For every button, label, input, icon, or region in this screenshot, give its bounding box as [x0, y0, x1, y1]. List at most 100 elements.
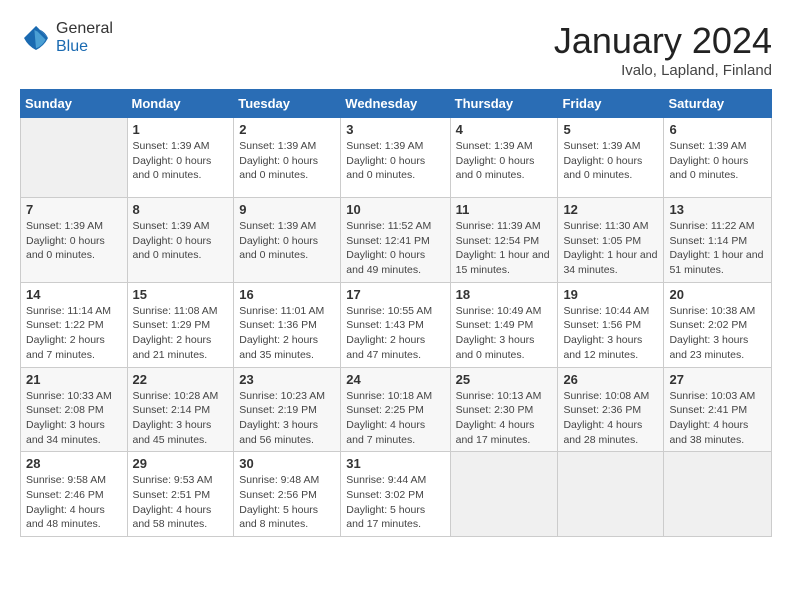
- day-of-week-tuesday: Tuesday: [234, 90, 341, 118]
- day-number: 11: [456, 202, 553, 217]
- day-number: 10: [346, 202, 444, 217]
- calendar-cell: 17 Sunrise: 10:55 AM Sunset: 1:43 PM Dayl…: [341, 282, 450, 367]
- logo-icon: [20, 22, 52, 54]
- day-info: Sunrise: 10:28 AM Sunset: 2:14 PM Daylig…: [133, 389, 229, 448]
- day-number: 25: [456, 372, 553, 387]
- week-row-4: 21 Sunrise: 10:33 AM Sunset: 2:08 PM Dayl…: [21, 367, 772, 452]
- calendar-cell: 30 Sunrise: 9:48 AM Sunset: 2:56 PM Dayli…: [234, 452, 341, 537]
- logo-blue-text: Blue: [56, 38, 88, 55]
- calendar-cell: 22 Sunrise: 10:28 AM Sunset: 2:14 PM Dayl…: [127, 367, 234, 452]
- week-row-1: 1 Sunset: 1:39 AM Daylight: 0 hours and 0…: [21, 118, 772, 198]
- day-number: 28: [26, 456, 122, 471]
- day-info: Sunrise: 9:53 AM Sunset: 2:51 PM Dayligh…: [133, 473, 229, 532]
- day-number: 15: [133, 287, 229, 302]
- calendar-cell: 5Sunset: 1:39 AM Daylight: 0 hours and 0…: [558, 118, 664, 198]
- day-info: Sunset: 1:39 AM Daylight: 0 hours and 0 …: [133, 139, 229, 183]
- day-of-week-monday: Monday: [127, 90, 234, 118]
- day-number: 26: [563, 372, 658, 387]
- day-info: Sunset: 1:39 AM Daylight: 0 hours and 0 …: [26, 219, 122, 263]
- calendar-cell: 24Sunrise: 10:18 AM Sunset: 2:25 PM Dayl…: [341, 367, 450, 452]
- day-number: 7: [26, 202, 122, 217]
- calendar-cell: 29 Sunrise: 9:53 AM Sunset: 2:51 PM Dayli…: [127, 452, 234, 537]
- day-number: 22: [133, 372, 229, 387]
- day-number: 17: [346, 287, 444, 302]
- calendar-cell: 20 Sunrise: 10:38 AM Sunset: 2:02 PM Dayl…: [664, 282, 772, 367]
- day-info: Sunrise: 10:44 AM Sunset: 1:56 PM Daylig…: [563, 304, 658, 363]
- calendar-cell: 21 Sunrise: 10:33 AM Sunset: 2:08 PM Dayl…: [21, 367, 128, 452]
- day-number: 12: [563, 202, 658, 217]
- day-number: 31: [346, 456, 444, 471]
- days-of-week-row: SundayMondayTuesdayWednesdayThursdayFrid…: [21, 90, 772, 118]
- calendar-cell: 8 Sunset: 1:39 AM Daylight: 0 hours and 0…: [127, 198, 234, 283]
- calendar-cell: 23 Sunrise: 10:23 AM Sunset: 2:19 PM Dayl…: [234, 367, 341, 452]
- day-number: 16: [239, 287, 335, 302]
- day-info: Sunrise: 11:22 AM Sunset: 1:14 PM Daylig…: [669, 219, 766, 278]
- day-number: 23: [239, 372, 335, 387]
- calendar-cell: 14Sunrise: 11:14 AM Sunset: 1:22 PM Dayl…: [21, 282, 128, 367]
- day-number: 9: [239, 202, 335, 217]
- day-info: Sunset: 1:39 AM Daylight: 0 hours and 0 …: [133, 219, 229, 263]
- day-info: Sunrise: 9:44 AM Sunset: 3:02 PM Dayligh…: [346, 473, 444, 532]
- calendar-cell: [664, 452, 772, 537]
- week-row-2: 7 Sunset: 1:39 AM Daylight: 0 hours and 0…: [21, 198, 772, 283]
- calendar-cell: 6 Sunset: 1:39 AM Daylight: 0 hours and 0…: [664, 118, 772, 198]
- calendar-cell: 19Sunrise: 10:44 AM Sunset: 1:56 PM Dayl…: [558, 282, 664, 367]
- day-number: 6: [669, 122, 766, 137]
- calendar-cell: 12Sunrise: 11:30 AM Sunset: 1:05 PM Dayl…: [558, 198, 664, 283]
- calendar-cell: [558, 452, 664, 537]
- calendar-cell: [450, 452, 558, 537]
- day-info: Sunset: 1:39 AM Daylight: 0 hours and 0 …: [346, 139, 444, 183]
- location: Ivalo, Lapland, Finland: [554, 62, 772, 79]
- calendar-cell: 28Sunrise: 9:58 AM Sunset: 2:46 PM Dayli…: [21, 452, 128, 537]
- day-number: 2: [239, 122, 335, 137]
- day-number: 24: [346, 372, 444, 387]
- calendar-cell: 1 Sunset: 1:39 AM Daylight: 0 hours and 0…: [127, 118, 234, 198]
- calendar-cell: 13Sunrise: 11:22 AM Sunset: 1:14 PM Dayl…: [664, 198, 772, 283]
- page-header: General Blue January 2024 Ivalo, Lapland…: [20, 20, 772, 79]
- day-of-week-sunday: Sunday: [21, 90, 128, 118]
- day-of-week-thursday: Thursday: [450, 90, 558, 118]
- calendar-cell: 11 Sunrise: 11:39 AM Sunset: 12:54 PM Day…: [450, 198, 558, 283]
- week-row-3: 14Sunrise: 11:14 AM Sunset: 1:22 PM Dayl…: [21, 282, 772, 367]
- day-info: Sunrise: 10:08 AM Sunset: 2:36 PM Daylig…: [563, 389, 658, 448]
- calendar-cell: 10 Sunrise: 11:52 AM Sunset: 12:41 PM Day…: [341, 198, 450, 283]
- day-info: Sunrise: 9:48 AM Sunset: 2:56 PM Dayligh…: [239, 473, 335, 532]
- day-number: 20: [669, 287, 766, 302]
- day-number: 30: [239, 456, 335, 471]
- day-number: 18: [456, 287, 553, 302]
- calendar-cell: 4 Sunset: 1:39 AM Daylight: 0 hours and 0…: [450, 118, 558, 198]
- calendar-cell: 27 Sunrise: 10:03 AM Sunset: 2:41 PM Dayl…: [664, 367, 772, 452]
- day-number: 4: [456, 122, 553, 137]
- day-number: 21: [26, 372, 122, 387]
- calendar-cell: 3 Sunset: 1:39 AM Daylight: 0 hours and 0…: [341, 118, 450, 198]
- day-number: 1: [133, 122, 229, 137]
- calendar-table: SundayMondayTuesdayWednesdayThursdayFrid…: [20, 89, 772, 537]
- day-info: Sunrise: 10:23 AM Sunset: 2:19 PM Daylig…: [239, 389, 335, 448]
- week-row-5: 28Sunrise: 9:58 AM Sunset: 2:46 PM Dayli…: [21, 452, 772, 537]
- day-of-week-wednesday: Wednesday: [341, 90, 450, 118]
- calendar-cell: [21, 118, 128, 198]
- day-info: Sunset: 1:39 AM Daylight: 0 hours and 0 …: [456, 139, 553, 183]
- day-number: 3: [346, 122, 444, 137]
- day-info: Sunrise: 11:52 AM Sunset: 12:41 PM Dayli…: [346, 219, 444, 278]
- logo-general-text: General: [56, 20, 113, 37]
- day-number: 8: [133, 202, 229, 217]
- day-info: Sunrise: 10:55 AM Sunset: 1:43 PM Daylig…: [346, 304, 444, 363]
- day-info: Sunrise: 11:39 AM Sunset: 12:54 PM Dayli…: [456, 219, 553, 278]
- day-number: 5: [563, 122, 658, 137]
- day-info: Sunset: 1:39 AM Daylight: 0 hours and 0 …: [239, 139, 335, 183]
- calendar-cell: 26 Sunrise: 10:08 AM Sunset: 2:36 PM Dayl…: [558, 367, 664, 452]
- calendar-cell: 9 Sunset: 1:39 AM Daylight: 0 hours and 0…: [234, 198, 341, 283]
- day-info: Sunset: 1:39 AM Daylight: 0 hours and 0 …: [669, 139, 766, 183]
- logo: General Blue: [20, 20, 113, 56]
- day-info: Sunrise: 11:14 AM Sunset: 1:22 PM Daylig…: [26, 304, 122, 363]
- day-info: Sunset: 1:39 AM Daylight: 0 hours and 0 …: [239, 219, 335, 263]
- calendar-cell: 2 Sunset: 1:39 AM Daylight: 0 hours and 0…: [234, 118, 341, 198]
- day-info: Sunrise: 10:33 AM Sunset: 2:08 PM Daylig…: [26, 389, 122, 448]
- day-info: Sunrise: 10:49 AM Sunset: 1:49 PM Daylig…: [456, 304, 553, 363]
- day-info: Sunrise: 10:38 AM Sunset: 2:02 PM Daylig…: [669, 304, 766, 363]
- day-info: Sunrise: 10:03 AM Sunset: 2:41 PM Daylig…: [669, 389, 766, 448]
- day-number: 27: [669, 372, 766, 387]
- logo-text: General Blue: [56, 20, 113, 56]
- day-number: 29: [133, 456, 229, 471]
